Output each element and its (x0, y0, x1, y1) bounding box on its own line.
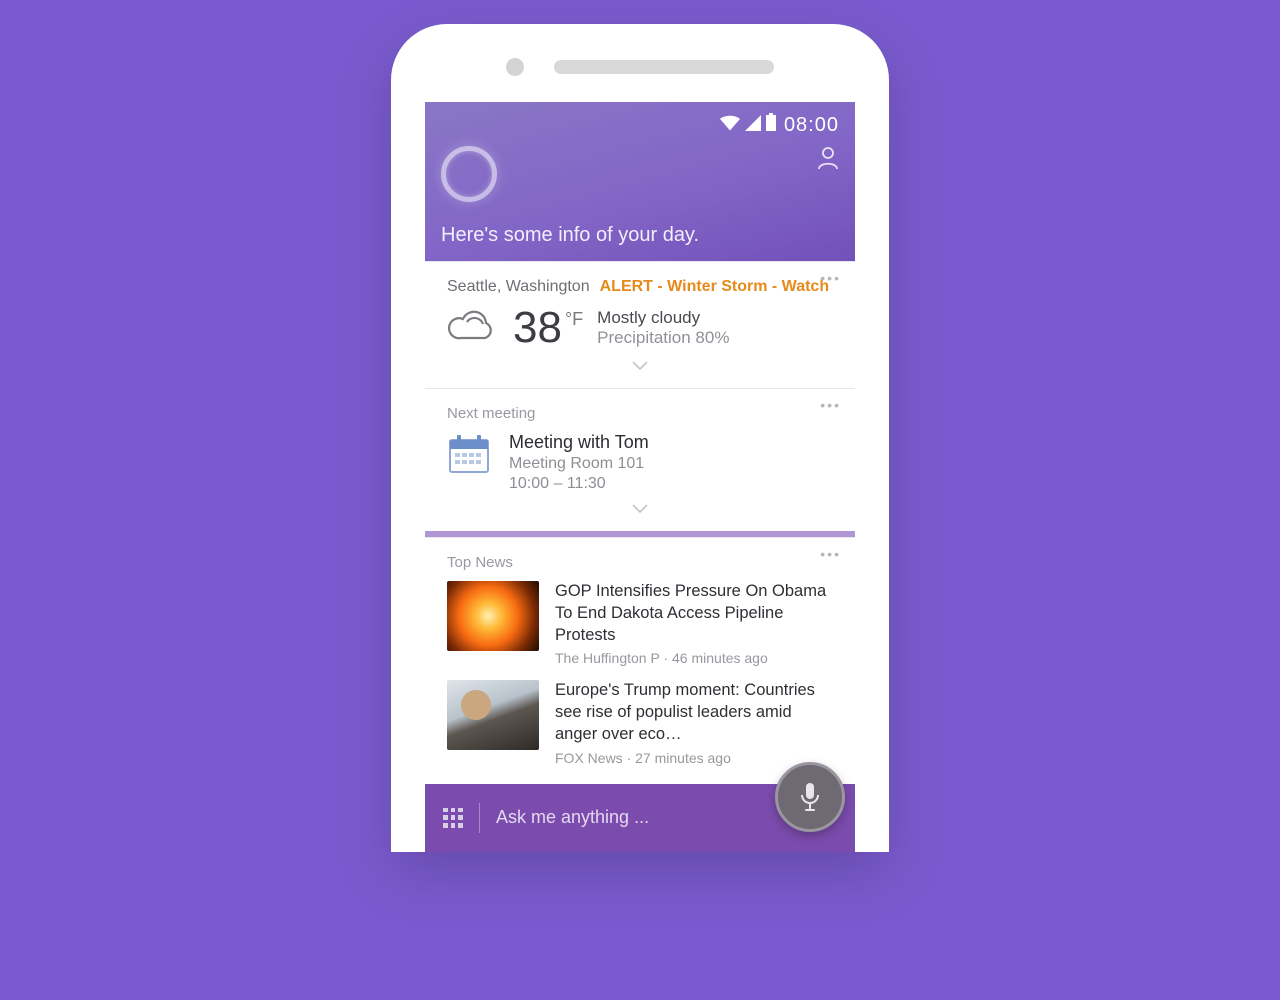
chevron-down-icon[interactable] (447, 358, 833, 376)
weather-card[interactable]: ••• Seattle, Washington ALERT - Winter S… (425, 261, 855, 388)
news-meta: The Huffington P · 46 minutes ago (555, 650, 833, 666)
meeting-room: Meeting Room 101 (509, 455, 649, 473)
speaker-slot-icon (554, 60, 774, 74)
meeting-card[interactable]: ••• Next meeting Mee (425, 388, 855, 531)
greeting-text: Here's some info of your day. (441, 224, 839, 247)
cell-signal-icon (745, 114, 761, 137)
news-age: 27 minutes ago (635, 750, 731, 766)
news-source: The Huffington P (555, 650, 660, 666)
mic-button[interactable] (775, 762, 845, 832)
card-more-icon[interactable]: ••• (820, 397, 841, 413)
meeting-title: Meeting with Tom (509, 432, 649, 453)
news-card[interactable]: ••• Top News GOP Intensifies Pressure On… (425, 537, 855, 784)
meeting-time: 10:00 – 11:30 (509, 475, 649, 493)
card-more-icon[interactable]: ••• (820, 270, 841, 286)
news-item[interactable]: GOP Intensifies Pressure On Obama To End… (447, 581, 833, 666)
temperature: 38 °F (513, 306, 583, 350)
meeting-section-label: Next meeting (447, 405, 833, 422)
weather-precip: Precipitation 80% (597, 328, 729, 348)
card-more-icon[interactable]: ••• (820, 546, 841, 562)
cloud-icon (447, 308, 499, 348)
battery-icon (766, 113, 776, 137)
status-time: 08:00 (784, 114, 839, 137)
status-bar: 08:00 (441, 112, 839, 138)
cortana-logo-icon[interactable] (441, 146, 497, 202)
phone-frame: 08:00 Here's some info of your day. ••• … (391, 24, 889, 852)
screen: 08:00 Here's some info of your day. ••• … (425, 102, 855, 852)
temperature-unit: °F (565, 310, 583, 328)
news-age: 46 minutes ago (672, 650, 768, 666)
news-thumbnail (447, 680, 539, 750)
ask-bar (425, 784, 855, 852)
app-header: 08:00 Here's some info of your day. (425, 102, 855, 261)
news-headline: GOP Intensifies Pressure On Obama To End… (555, 581, 833, 646)
camera-dot-icon (506, 58, 524, 76)
temperature-value: 38 (513, 306, 562, 350)
weather-location: Seattle, Washington (447, 278, 590, 296)
profile-icon[interactable] (817, 146, 839, 170)
weather-condition: Mostly cloudy (597, 308, 729, 328)
phone-hardware-top (425, 58, 855, 76)
chevron-down-icon[interactable] (447, 501, 833, 519)
news-item[interactable]: Europe's Trump moment: Countries see ris… (447, 680, 833, 765)
news-headline: Europe's Trump moment: Countries see ris… (555, 680, 833, 745)
news-section-label: Top News (447, 554, 833, 571)
apps-grid-icon[interactable] (443, 808, 463, 828)
divider (479, 803, 480, 833)
news-thumbnail (447, 581, 539, 651)
microphone-icon (799, 782, 821, 812)
news-meta: FOX News · 27 minutes ago (555, 750, 833, 766)
news-source: FOX News (555, 750, 623, 766)
weather-alert: ALERT - Winter Storm - Watch (600, 278, 829, 296)
wifi-icon (720, 114, 740, 137)
calendar-icon (447, 432, 491, 493)
